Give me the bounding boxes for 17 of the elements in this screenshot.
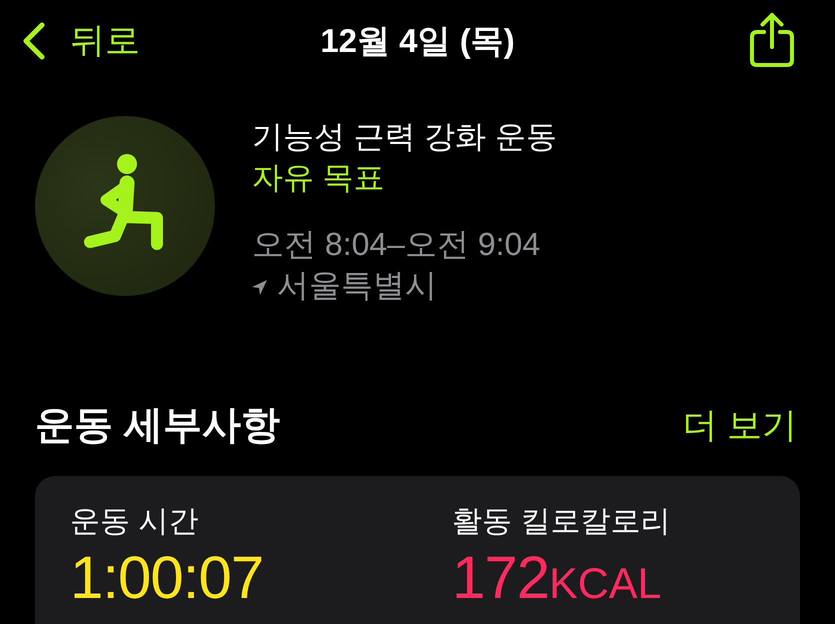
location-arrow-icon: [252, 280, 267, 294]
workout-location: 서울특별시: [277, 266, 437, 305]
share-icon: [749, 12, 795, 68]
metric-label: 운동 시간: [70, 504, 198, 540]
chevron-left-icon: [22, 22, 46, 60]
metric-label: 활동 킬로칼로리: [452, 504, 670, 540]
page-title: 12월 4일 (목): [320, 20, 515, 61]
metric-value: 1:00:07: [70, 548, 264, 613]
workout-time-range: 오전 8:04–오전 9:04: [252, 225, 542, 264]
lunge-figure-icon: [35, 116, 215, 296]
workout-goal: 자유 목표: [252, 159, 386, 197]
back-button[interactable]: 뒤로: [22, 18, 140, 62]
metric-value: 172KCAL: [452, 548, 662, 613]
workout-name: 기능성 근력 강화 운동: [252, 118, 557, 156]
section-title: 운동 세부사항: [35, 403, 280, 449]
share-button[interactable]: [749, 12, 795, 68]
show-more-link[interactable]: 더 보기: [682, 401, 797, 451]
